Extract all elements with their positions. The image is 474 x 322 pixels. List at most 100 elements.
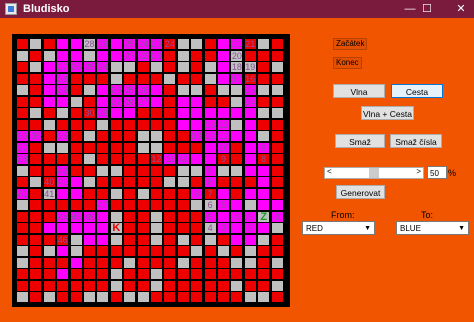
maze-cell[interactable] <box>203 84 217 96</box>
maze-cell[interactable] <box>136 107 150 119</box>
maze-cell[interactable] <box>69 153 83 165</box>
maze-cell[interactable] <box>270 245 284 257</box>
maze-cell[interactable]: 41 <box>56 176 70 188</box>
maze-cell[interactable] <box>190 256 204 269</box>
clear-numbers-button[interactable]: Smaž čísla <box>390 134 442 148</box>
maze-cell[interactable]: 10 <box>217 141 230 154</box>
maze-cell[interactable] <box>257 245 271 257</box>
maze-cell[interactable] <box>109 268 123 280</box>
maze-cell[interactable]: 28 <box>96 107 110 119</box>
maze-cell[interactable] <box>270 38 284 50</box>
maze-cell[interactable] <box>42 268 56 280</box>
maze-cell[interactable] <box>217 49 230 62</box>
maze-cell[interactable] <box>29 141 43 154</box>
maze-cell[interactable]: 20 <box>230 49 244 62</box>
maze-cell[interactable] <box>243 49 257 62</box>
maze-cell[interactable] <box>203 38 217 50</box>
maze-cell[interactable] <box>42 256 56 269</box>
maze-cell[interactable] <box>270 199 284 211</box>
maze-cell[interactable] <box>29 38 43 50</box>
maze-cell[interactable] <box>83 118 96 131</box>
maze-cell[interactable]: 25 <box>83 61 96 73</box>
maze-cell[interactable] <box>83 49 96 62</box>
maze-cell[interactable] <box>176 210 190 223</box>
maze-cell[interactable]: 24 <box>96 61 110 73</box>
maze-cell[interactable] <box>163 130 177 142</box>
maze-cell[interactable] <box>29 233 43 246</box>
maze-cell[interactable] <box>69 245 83 257</box>
maze-cell[interactable]: 9 <box>257 141 271 154</box>
maze-cell[interactable] <box>42 153 56 165</box>
maze-cell[interactable]: 41 <box>42 187 56 200</box>
clear-button[interactable]: Smaž <box>335 134 385 148</box>
maze-cell[interactable] <box>190 245 204 257</box>
maze-cell[interactable] <box>163 107 177 119</box>
maze-cell[interactable] <box>257 107 271 119</box>
maze-cell[interactable] <box>190 164 204 177</box>
maze-cell[interactable]: 19 <box>243 61 257 73</box>
maze-cell[interactable] <box>136 187 150 200</box>
maze-cell[interactable] <box>190 279 204 292</box>
maze-cell[interactable] <box>203 95 217 108</box>
maze-cell[interactable] <box>123 164 137 177</box>
maze-cell[interactable]: 9 <box>203 164 217 177</box>
maze-cell[interactable] <box>203 72 217 85</box>
maze-cell[interactable] <box>29 72 43 85</box>
maze-cell[interactable]: 4 <box>230 210 244 223</box>
maze-cell[interactable]: 28 <box>83 38 96 50</box>
maze-cell[interactable] <box>83 245 96 257</box>
maze-cell[interactable]: 27 <box>123 49 137 62</box>
maze-cell[interactable] <box>109 256 123 269</box>
maze-cell[interactable] <box>109 279 123 292</box>
maze-cell[interactable] <box>123 245 137 257</box>
maze-cell[interactable] <box>42 164 56 177</box>
maze-cell[interactable]: 29 <box>56 84 70 96</box>
maze-cell[interactable] <box>96 256 110 269</box>
maze-cell[interactable] <box>230 233 244 246</box>
maze-cell[interactable] <box>176 233 190 246</box>
maze-cell[interactable] <box>217 256 230 269</box>
maze-cell[interactable] <box>163 233 177 246</box>
maze-cell[interactable] <box>42 245 56 257</box>
maze-cell[interactable] <box>190 199 204 211</box>
maze-cell[interactable] <box>217 279 230 292</box>
maze-cell[interactable] <box>109 153 123 165</box>
maze-cell[interactable] <box>83 153 96 165</box>
maze-cell[interactable] <box>109 61 123 73</box>
maze-cell[interactable] <box>69 199 83 211</box>
maze-cell[interactable] <box>230 245 244 257</box>
maze-cell[interactable] <box>243 233 257 246</box>
maze-cell[interactable] <box>176 141 190 154</box>
maze-cell[interactable] <box>150 176 163 188</box>
maze-cell[interactable] <box>190 141 204 154</box>
maze-cell[interactable] <box>109 130 123 142</box>
maze-cell[interactable] <box>230 164 244 177</box>
maze-cell[interactable] <box>123 153 137 165</box>
maze-cell[interactable] <box>150 291 163 303</box>
maze-cell[interactable] <box>163 291 177 303</box>
maze-cell[interactable] <box>217 95 230 108</box>
maze-cell[interactable] <box>56 199 70 211</box>
maze-cell[interactable] <box>203 245 217 257</box>
maze-cell[interactable] <box>42 199 56 211</box>
maze-cell[interactable] <box>230 187 244 200</box>
maze-cell[interactable] <box>190 118 204 131</box>
maze-cell[interactable] <box>176 164 190 177</box>
maze-cell[interactable] <box>136 164 150 177</box>
maze-cell[interactable] <box>16 233 29 246</box>
maze-cell[interactable]: 3 <box>217 222 230 234</box>
maze-cell[interactable]: 11 <box>163 153 177 165</box>
maze-cell[interactable] <box>123 256 137 269</box>
maze-cell[interactable] <box>176 95 190 108</box>
maze-cell[interactable] <box>176 291 190 303</box>
maze-cell[interactable]: 40 <box>42 176 56 188</box>
maze-cell[interactable]: 21 <box>230 38 244 50</box>
maze-cell[interactable]: 8 <box>190 187 204 200</box>
maze-cell[interactable] <box>203 61 217 73</box>
maze-cell[interactable] <box>123 279 137 292</box>
maze-cell[interactable] <box>203 107 217 119</box>
maze-cell[interactable]: 14 <box>243 95 257 108</box>
maze-cell[interactable] <box>16 256 29 269</box>
maze-cell[interactable]: 28 <box>123 95 137 108</box>
maze-cell[interactable] <box>29 222 43 234</box>
